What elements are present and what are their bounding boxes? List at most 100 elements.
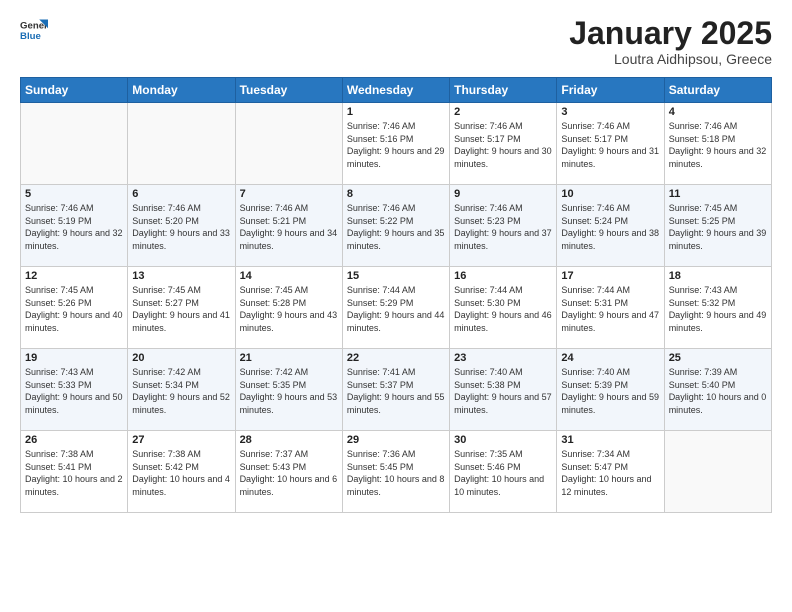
header-wednesday: Wednesday <box>342 78 449 103</box>
day-number: 21 <box>240 352 338 364</box>
header-sunday: Sunday <box>21 78 128 103</box>
day-info: Sunrise: 7:46 AM Sunset: 5:24 PM Dayligh… <box>561 202 659 252</box>
calendar-title: January 2025 <box>569 16 772 51</box>
cell-1-5: 10 Sunrise: 7:46 AM Sunset: 5:24 PM Dayli… <box>557 185 664 267</box>
title-block: January 2025 Loutra Aidhipsou, Greece <box>569 16 772 67</box>
cell-3-5: 24 Sunrise: 7:40 AM Sunset: 5:39 PM Dayli… <box>557 349 664 431</box>
day-number: 27 <box>132 434 230 446</box>
day-info: Sunrise: 7:38 AM Sunset: 5:42 PM Dayligh… <box>132 448 230 498</box>
day-number: 12 <box>25 270 123 282</box>
day-number: 29 <box>347 434 445 446</box>
header-monday: Monday <box>128 78 235 103</box>
calendar-table: Sunday Monday Tuesday Wednesday Thursday… <box>20 77 772 513</box>
cell-2-4: 16 Sunrise: 7:44 AM Sunset: 5:30 PM Dayli… <box>450 267 557 349</box>
cell-0-6: 4Sunrise: 7:46 AM Sunset: 5:18 PM Daylig… <box>664 103 771 185</box>
day-info: Sunrise: 7:44 AM Sunset: 5:29 PM Dayligh… <box>347 284 445 334</box>
day-info: Sunrise: 7:35 AM Sunset: 5:46 PM Dayligh… <box>454 448 552 498</box>
day-number: 22 <box>347 352 445 364</box>
logo-icon: General Blue <box>20 16 48 44</box>
cell-1-1: 6 Sunrise: 7:46 AM Sunset: 5:20 PM Daylig… <box>128 185 235 267</box>
day-info: Sunrise: 7:42 AM Sunset: 5:34 PM Dayligh… <box>132 366 230 416</box>
cell-3-3: 22 Sunrise: 7:41 AM Sunset: 5:37 PM Dayli… <box>342 349 449 431</box>
header-friday: Friday <box>557 78 664 103</box>
day-info: Sunrise: 7:44 AM Sunset: 5:30 PM Dayligh… <box>454 284 552 334</box>
cell-2-3: 15 Sunrise: 7:44 AM Sunset: 5:29 PM Dayli… <box>342 267 449 349</box>
day-info: Sunrise: 7:46 AM Sunset: 5:21 PM Dayligh… <box>240 202 338 252</box>
day-number: 14 <box>240 270 338 282</box>
day-number: 23 <box>454 352 552 364</box>
header-saturday: Saturday <box>664 78 771 103</box>
cell-3-2: 21Sunrise: 7:42 AM Sunset: 5:35 PM Dayli… <box>235 349 342 431</box>
cell-2-5: 17 Sunrise: 7:44 AM Sunset: 5:31 PM Dayli… <box>557 267 664 349</box>
calendar-subtitle: Loutra Aidhipsou, Greece <box>569 51 772 67</box>
cell-4-4: 30 Sunrise: 7:35 AM Sunset: 5:46 PM Dayli… <box>450 431 557 513</box>
week-row-3: 12Sunrise: 7:45 AM Sunset: 5:26 PM Dayli… <box>21 267 772 349</box>
day-number: 26 <box>25 434 123 446</box>
day-info: Sunrise: 7:41 AM Sunset: 5:37 PM Dayligh… <box>347 366 445 416</box>
weekday-header-row: Sunday Monday Tuesday Wednesday Thursday… <box>21 78 772 103</box>
svg-text:Blue: Blue <box>20 31 41 42</box>
day-info: Sunrise: 7:43 AM Sunset: 5:33 PM Dayligh… <box>25 366 123 416</box>
header-tuesday: Tuesday <box>235 78 342 103</box>
day-number: 13 <box>132 270 230 282</box>
cell-2-2: 14Sunrise: 7:45 AM Sunset: 5:28 PM Dayli… <box>235 267 342 349</box>
day-number: 8 <box>347 188 445 200</box>
cell-4-3: 29 Sunrise: 7:36 AM Sunset: 5:45 PM Dayli… <box>342 431 449 513</box>
cell-0-2 <box>235 103 342 185</box>
cell-3-6: 25 Sunrise: 7:39 AM Sunset: 5:40 PM Dayli… <box>664 349 771 431</box>
day-info: Sunrise: 7:46 AM Sunset: 5:19 PM Dayligh… <box>25 202 123 252</box>
day-info: Sunrise: 7:37 AM Sunset: 5:43 PM Dayligh… <box>240 448 338 498</box>
day-number: 25 <box>669 352 767 364</box>
day-info: Sunrise: 7:40 AM Sunset: 5:38 PM Dayligh… <box>454 366 552 416</box>
day-number: 19 <box>25 352 123 364</box>
cell-4-0: 26Sunrise: 7:38 AM Sunset: 5:41 PM Dayli… <box>21 431 128 513</box>
day-info: Sunrise: 7:46 AM Sunset: 5:20 PM Dayligh… <box>132 202 230 252</box>
day-number: 2 <box>454 106 552 118</box>
day-number: 28 <box>240 434 338 446</box>
cell-2-0: 12Sunrise: 7:45 AM Sunset: 5:26 PM Dayli… <box>21 267 128 349</box>
day-number: 11 <box>669 188 767 200</box>
header-thursday: Thursday <box>450 78 557 103</box>
cell-4-5: 31 Sunrise: 7:34 AM Sunset: 5:47 PM Dayli… <box>557 431 664 513</box>
day-info: Sunrise: 7:46 AM Sunset: 5:18 PM Dayligh… <box>669 120 767 170</box>
day-info: Sunrise: 7:34 AM Sunset: 5:47 PM Dayligh… <box>561 448 659 498</box>
day-number: 18 <box>669 270 767 282</box>
cell-3-1: 20 Sunrise: 7:42 AM Sunset: 5:34 PM Dayli… <box>128 349 235 431</box>
cell-4-2: 28 Sunrise: 7:37 AM Sunset: 5:43 PM Dayli… <box>235 431 342 513</box>
cell-1-0: 5 Sunrise: 7:46 AM Sunset: 5:19 PM Daylig… <box>21 185 128 267</box>
day-info: Sunrise: 7:46 AM Sunset: 5:17 PM Dayligh… <box>561 120 659 170</box>
day-number: 6 <box>132 188 230 200</box>
day-info: Sunrise: 7:46 AM Sunset: 5:23 PM Dayligh… <box>454 202 552 252</box>
day-info: Sunrise: 7:39 AM Sunset: 5:40 PM Dayligh… <box>669 366 767 416</box>
cell-3-0: 19 Sunrise: 7:43 AM Sunset: 5:33 PM Dayli… <box>21 349 128 431</box>
cell-1-3: 8Sunrise: 7:46 AM Sunset: 5:22 PM Daylig… <box>342 185 449 267</box>
cell-0-0 <box>21 103 128 185</box>
day-number: 5 <box>25 188 123 200</box>
day-number: 24 <box>561 352 659 364</box>
day-number: 20 <box>132 352 230 364</box>
cell-3-4: 23 Sunrise: 7:40 AM Sunset: 5:38 PM Dayli… <box>450 349 557 431</box>
day-number: 7 <box>240 188 338 200</box>
day-number: 31 <box>561 434 659 446</box>
day-info: Sunrise: 7:36 AM Sunset: 5:45 PM Dayligh… <box>347 448 445 498</box>
day-number: 10 <box>561 188 659 200</box>
day-number: 15 <box>347 270 445 282</box>
day-info: Sunrise: 7:45 AM Sunset: 5:25 PM Dayligh… <box>669 202 767 252</box>
day-info: Sunrise: 7:45 AM Sunset: 5:27 PM Dayligh… <box>132 284 230 334</box>
day-number: 1 <box>347 106 445 118</box>
day-info: Sunrise: 7:40 AM Sunset: 5:39 PM Dayligh… <box>561 366 659 416</box>
day-number: 9 <box>454 188 552 200</box>
cell-1-6: 11 Sunrise: 7:45 AM Sunset: 5:25 PM Dayli… <box>664 185 771 267</box>
cell-2-1: 13 Sunrise: 7:45 AM Sunset: 5:27 PM Dayli… <box>128 267 235 349</box>
day-number: 17 <box>561 270 659 282</box>
day-info: Sunrise: 7:44 AM Sunset: 5:31 PM Dayligh… <box>561 284 659 334</box>
cell-1-4: 9 Sunrise: 7:46 AM Sunset: 5:23 PM Daylig… <box>450 185 557 267</box>
day-info: Sunrise: 7:46 AM Sunset: 5:16 PM Dayligh… <box>347 120 445 170</box>
cell-4-1: 27 Sunrise: 7:38 AM Sunset: 5:42 PM Dayli… <box>128 431 235 513</box>
cell-2-6: 18 Sunrise: 7:43 AM Sunset: 5:32 PM Dayli… <box>664 267 771 349</box>
cell-0-4: 2Sunrise: 7:46 AM Sunset: 5:17 PM Daylig… <box>450 103 557 185</box>
day-info: Sunrise: 7:43 AM Sunset: 5:32 PM Dayligh… <box>669 284 767 334</box>
day-number: 16 <box>454 270 552 282</box>
cell-0-3: 1 Sunrise: 7:46 AM Sunset: 5:16 PM Daylig… <box>342 103 449 185</box>
day-number: 30 <box>454 434 552 446</box>
